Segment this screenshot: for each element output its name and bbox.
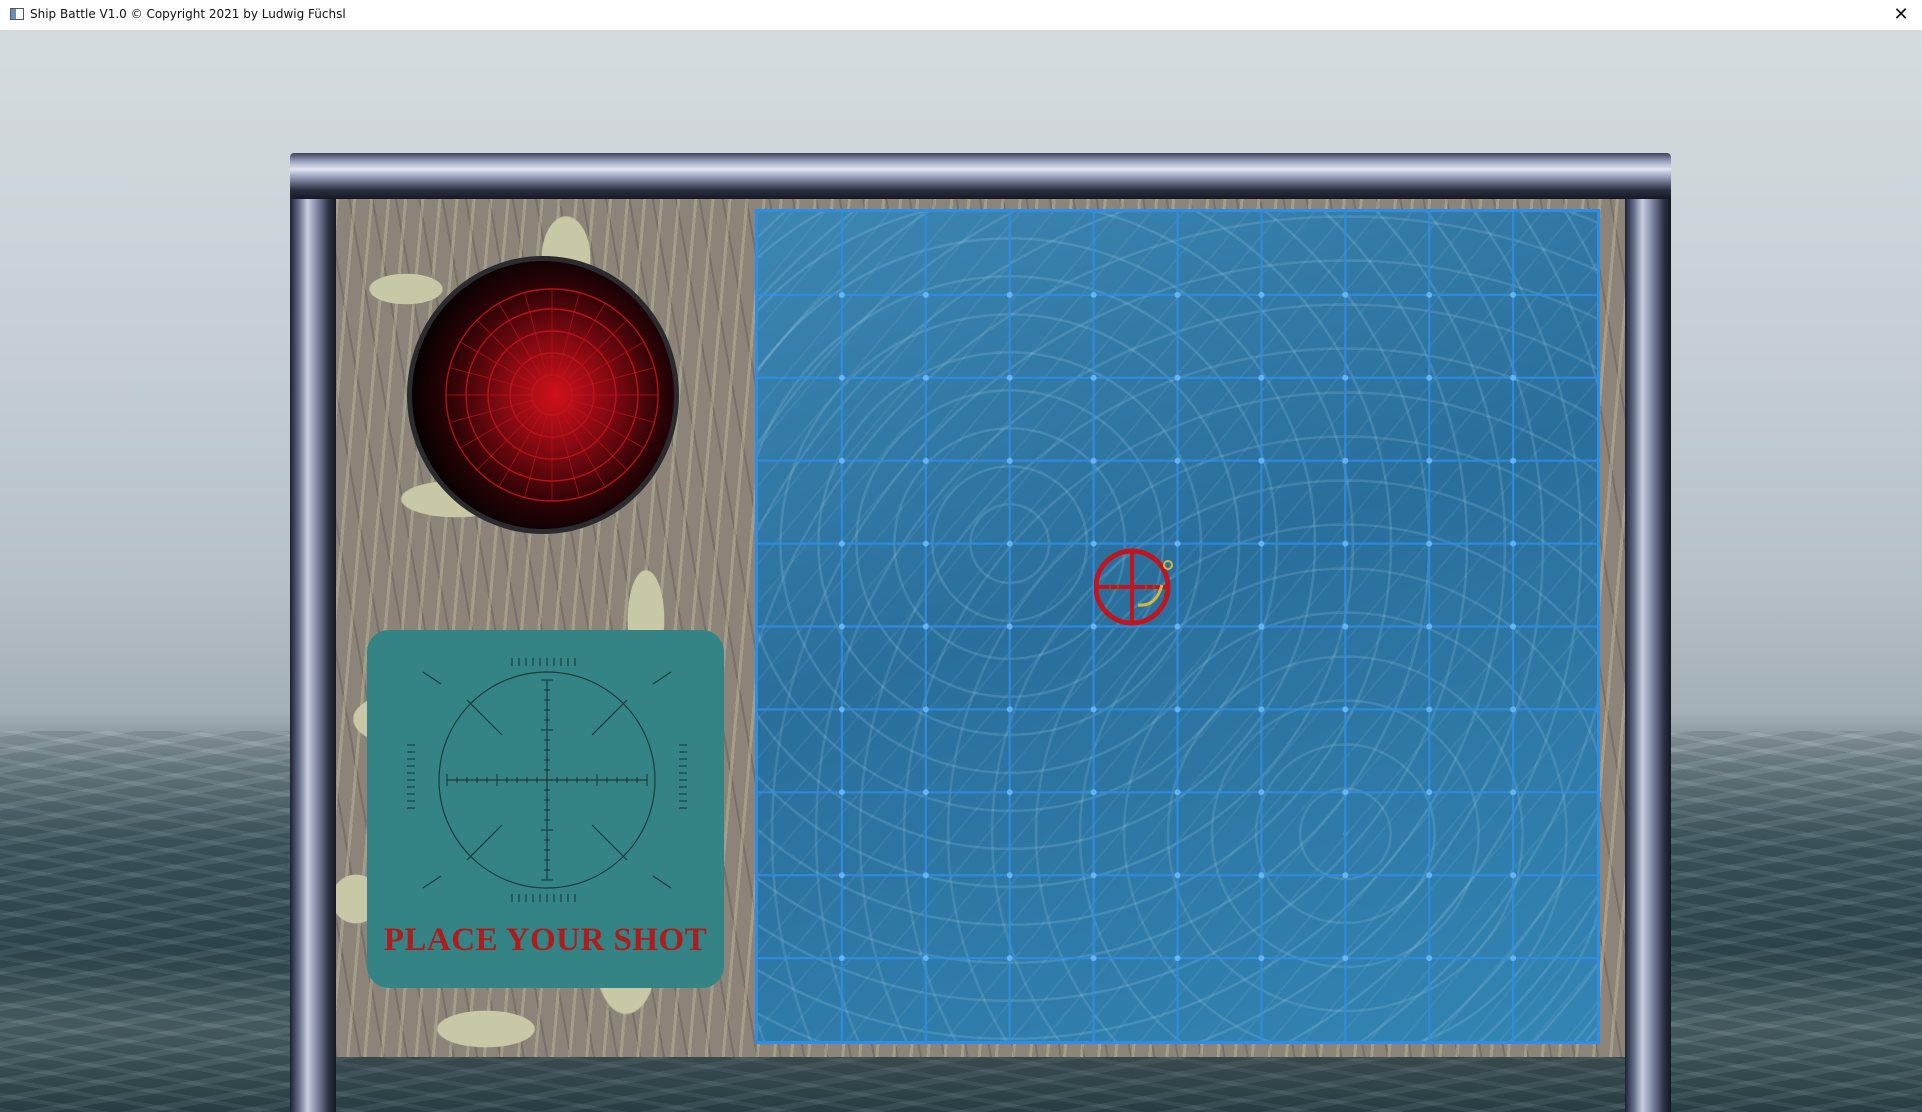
grid-node (1510, 457, 1517, 464)
grid-node (1258, 955, 1265, 962)
grid-node (1174, 706, 1181, 713)
grid-node (1006, 457, 1013, 464)
grid-node (838, 457, 845, 464)
grid-node (922, 291, 929, 298)
grid-node (1426, 955, 1433, 962)
grid-node (1426, 789, 1433, 796)
grid-node (1342, 955, 1349, 962)
grid-node (922, 374, 929, 381)
place-shot-label: PLACE YOUR SHOT (383, 922, 708, 958)
grid-node (1510, 706, 1517, 713)
window-icon (10, 8, 24, 20)
grid-node (1090, 623, 1097, 630)
grid-node (1258, 291, 1265, 298)
grid-node (1426, 540, 1433, 547)
grid-node (838, 291, 845, 298)
grid-node (1426, 457, 1433, 464)
grid-node (1006, 540, 1013, 547)
close-button[interactable]: ✕ (1888, 2, 1914, 28)
grid-node (1090, 374, 1097, 381)
grid-node (1006, 291, 1013, 298)
grid-node (1342, 623, 1349, 630)
grid-node (922, 540, 929, 547)
radar-display-icon (407, 256, 679, 534)
grid-node (1510, 374, 1517, 381)
grid-node (1510, 955, 1517, 962)
grid-node (838, 540, 845, 547)
grid-node (1510, 291, 1517, 298)
grid-node (1258, 623, 1265, 630)
grid-node (1174, 540, 1181, 547)
place-shot-panel[interactable]: PLACE YOUR SHOT (367, 630, 724, 988)
grid-node (1426, 291, 1433, 298)
grid-node (922, 872, 929, 879)
frame-top-rail (290, 153, 1671, 199)
scope-reticle-icon (407, 658, 687, 902)
game-window: Ship Battle V1.0 © Copyright 2021 by Lud… (0, 0, 1922, 1112)
grid-node (922, 457, 929, 464)
grid-node (1006, 872, 1013, 879)
grid-node (838, 789, 845, 796)
grid-node (838, 374, 845, 381)
grid-node (1090, 955, 1097, 962)
grid-node (1510, 789, 1517, 796)
grid-node (1006, 789, 1013, 796)
title-bar: Ship Battle V1.0 © Copyright 2021 by Lud… (0, 0, 1922, 31)
grid-node (1342, 457, 1349, 464)
grid-node (1426, 374, 1433, 381)
grid-node (1090, 291, 1097, 298)
grid-node (1258, 789, 1265, 796)
grid-node (1342, 706, 1349, 713)
frame-post-left (290, 192, 336, 1112)
grid-node (1342, 540, 1349, 547)
grid-node (1258, 540, 1265, 547)
grid-node (1006, 623, 1013, 630)
grid-node (1006, 706, 1013, 713)
grid-node (1174, 374, 1181, 381)
grid-node (1090, 872, 1097, 879)
frame-post-right (1625, 192, 1671, 1112)
grid-node (922, 955, 929, 962)
grid-node (1510, 540, 1517, 547)
grid-node (1426, 623, 1433, 630)
grid-lines (758, 212, 1597, 1041)
grid-node (1174, 623, 1181, 630)
grid-node (1174, 457, 1181, 464)
grid-node (1426, 706, 1433, 713)
grid-node (922, 789, 929, 796)
grid-node (1342, 374, 1349, 381)
grid-node (1426, 872, 1433, 879)
grid-node (1258, 706, 1265, 713)
grid-node (1510, 872, 1517, 879)
grid-node (1090, 789, 1097, 796)
grid-node (838, 706, 845, 713)
grid-node (1258, 457, 1265, 464)
grid-node (838, 872, 845, 879)
grid-node (1174, 955, 1181, 962)
grid-node (922, 623, 929, 630)
grid-node (922, 706, 929, 713)
window-title: Ship Battle V1.0 © Copyright 2021 by Lud… (30, 7, 346, 21)
grid-node (1174, 291, 1181, 298)
grid-node (1510, 623, 1517, 630)
grid-node (838, 955, 845, 962)
grid-node (1174, 789, 1181, 796)
grid-node (1090, 457, 1097, 464)
grid-node (1006, 374, 1013, 381)
grid-node (1090, 706, 1097, 713)
grid-node (1342, 872, 1349, 879)
grid-node (1174, 872, 1181, 879)
grid-node (1090, 540, 1097, 547)
grid-node (1342, 789, 1349, 796)
grid-node (1342, 291, 1349, 298)
grid-node (1258, 872, 1265, 879)
grid-node (1006, 955, 1013, 962)
grid-node (838, 623, 845, 630)
board-panel-edge (336, 1057, 1625, 1112)
grid-node (1258, 374, 1265, 381)
ocean-grid[interactable] (755, 209, 1600, 1044)
